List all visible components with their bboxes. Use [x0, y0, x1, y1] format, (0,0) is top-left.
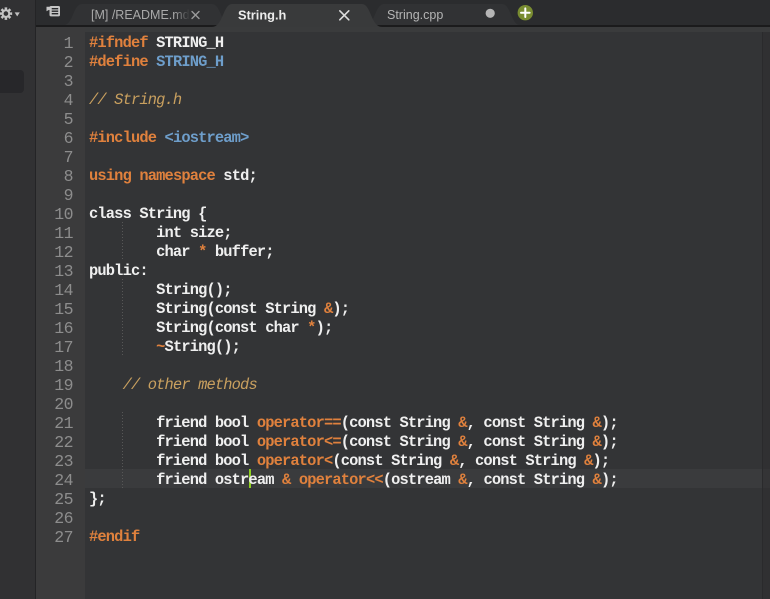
svg-text:String.cpp: String.cpp — [387, 8, 443, 22]
svg-text:String.h: String.h — [238, 8, 287, 23]
